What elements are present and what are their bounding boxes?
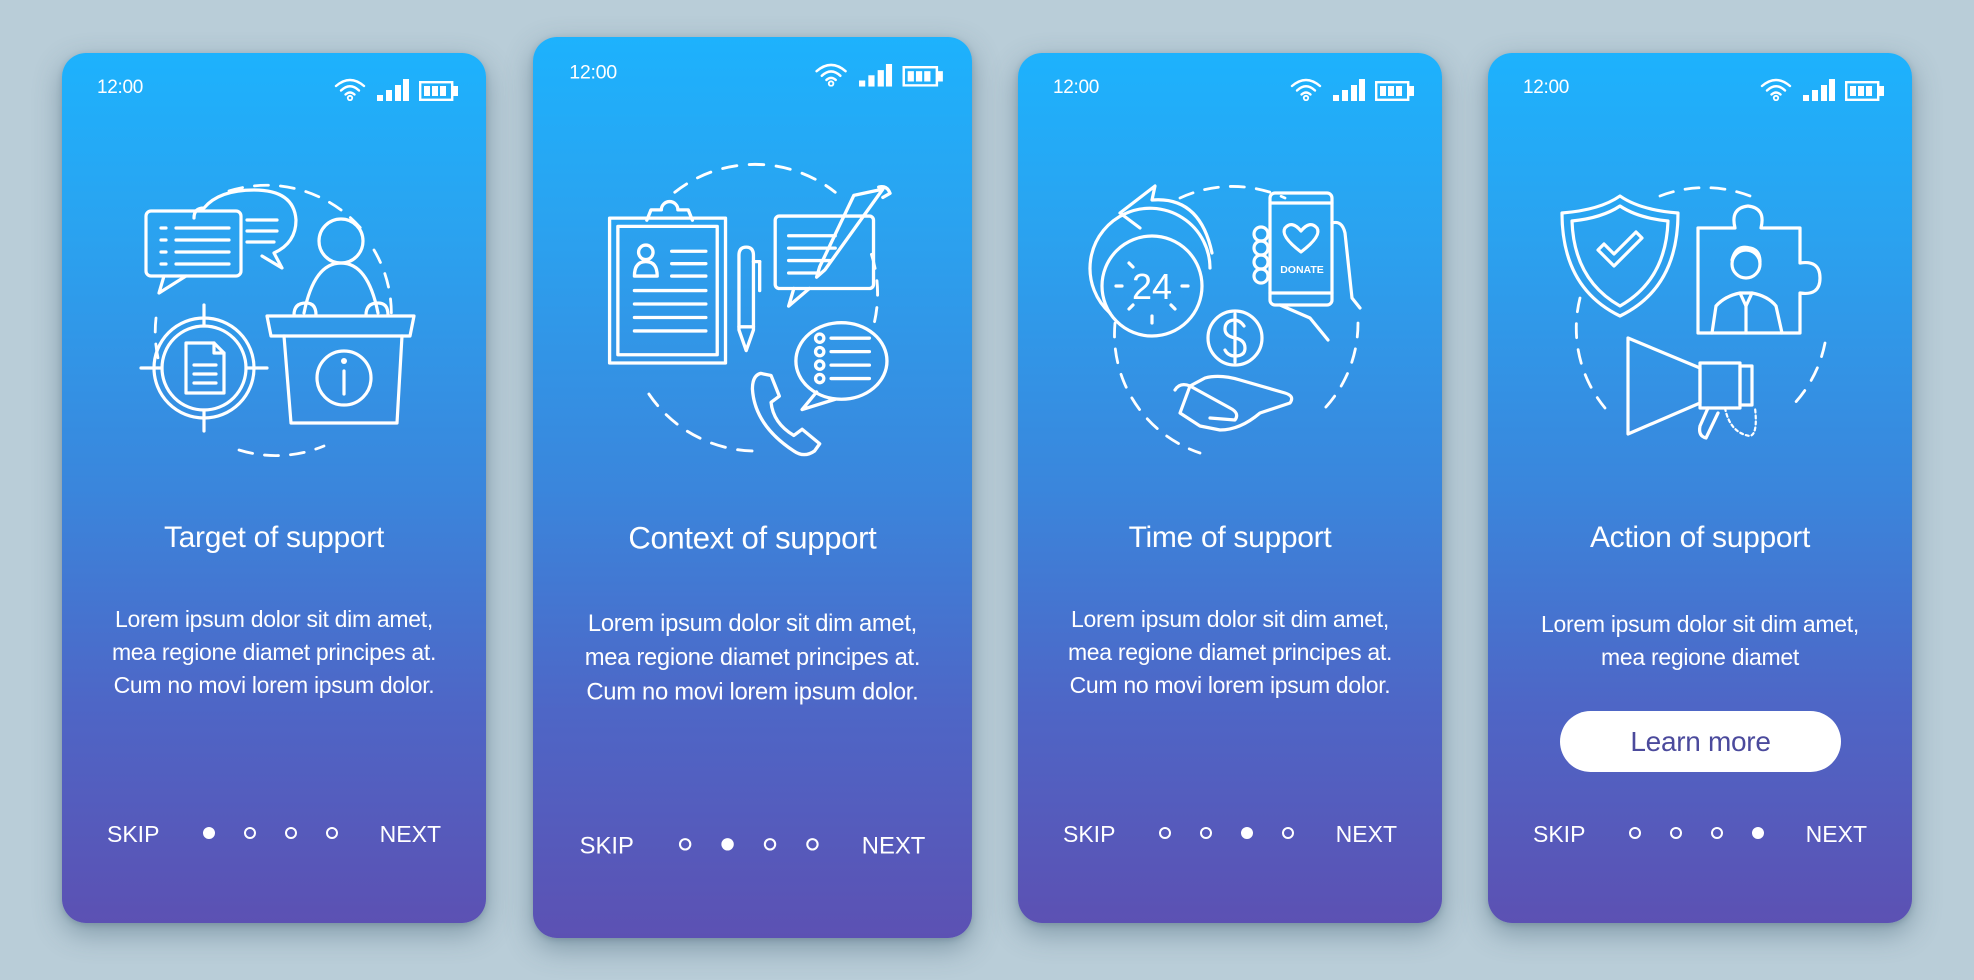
screen-title: Context of support: [628, 521, 877, 556]
skip-button[interactable]: SKIP: [107, 821, 159, 848]
page-dot-1[interactable]: [1629, 827, 1641, 839]
status-icons: [813, 62, 943, 92]
page-dot-2[interactable]: [721, 838, 734, 851]
screen-content: 12:00: [1488, 53, 1912, 923]
pen-icon: [737, 245, 762, 353]
screen-description: Lorem ipsum dolor sit dim amet, mea regi…: [1067, 606, 1393, 698]
battery-icon: [1845, 81, 1885, 106]
screen-description: Lorem ipsum dolor sit dim amet, mea regi…: [111, 606, 437, 698]
wifi-icon: [813, 62, 848, 92]
screen-description: Lorem ipsum dolor sit dim amet, mea regi…: [584, 609, 921, 705]
page-indicator: [1629, 827, 1764, 839]
page-dot-2[interactable]: [1200, 827, 1212, 839]
next-button[interactable]: NEXT: [1806, 821, 1867, 848]
page-dot-4[interactable]: [1282, 827, 1294, 839]
page-indicator: [678, 838, 819, 851]
puzzle-person-icon: [1696, 204, 1822, 335]
chat-bubble-icon: [794, 321, 889, 412]
onboarding-screen-target: 12:00 Target of support Lorem ipsum dolo…: [62, 53, 486, 923]
skip-button[interactable]: SKIP: [580, 832, 634, 860]
screen-content: 12:00: [1018, 53, 1442, 923]
page-dot-3[interactable]: [285, 827, 297, 839]
page-dot-1[interactable]: [678, 838, 692, 851]
clock-24-label: 24: [1132, 266, 1172, 307]
onboarding-nav: SKIP NEXT: [1018, 817, 1442, 851]
battery-icon: [1375, 81, 1415, 106]
battery-icon: [419, 81, 459, 106]
next-button[interactable]: NEXT: [1336, 821, 1397, 848]
wifi-icon: [1289, 77, 1323, 106]
screen-title: Action of support: [1589, 521, 1811, 554]
shield-puzzle-megaphone-illustration: [1550, 168, 1850, 468]
megaphone-icon: [1626, 336, 1757, 440]
page-indicator: [1159, 827, 1294, 839]
status-icons: [1759, 77, 1885, 106]
onboarding-nav: SKIP NEXT: [533, 828, 972, 863]
status-time: 12:00: [97, 77, 144, 98]
page-dot-3[interactable]: [1711, 827, 1723, 839]
24-hour-clock-icon: 24: [1088, 184, 1214, 338]
speaker-podium-target-illustration: [124, 168, 424, 468]
clipboard-icon: [607, 199, 728, 365]
signal-icon: [377, 79, 409, 106]
signal-icon: [859, 63, 893, 92]
screen-content: 12:00: [533, 37, 972, 937]
onboarding-nav: SKIP NEXT: [62, 817, 486, 851]
signal-icon: [1803, 79, 1835, 106]
screen-content: 12:00: [62, 53, 486, 923]
onboarding-screen-action: 12:00 Action of support Lorem ipsum dolo…: [1488, 53, 1912, 923]
status-time: 12:00: [569, 61, 617, 84]
onboarding-screen-time: 12:00 24 DONATE Time of support Lorem ip…: [1018, 53, 1442, 923]
screen-title: Time of support: [1128, 521, 1332, 554]
onboarding-screen-context: 12:00 Context of support Lorem ipsum dol…: [533, 37, 972, 938]
page-indicator: [203, 827, 338, 839]
next-button[interactable]: NEXT: [862, 832, 925, 860]
target-document-icon: [139, 303, 269, 433]
donate-label: DONATE: [1280, 264, 1324, 276]
battery-icon: [902, 65, 943, 92]
learn-more-button[interactable]: Learn more: [1560, 711, 1841, 772]
page-dot-3[interactable]: [763, 838, 777, 851]
status-icons: [1289, 77, 1415, 106]
status-icons: [333, 77, 459, 106]
status-time: 12:00: [1053, 77, 1100, 98]
page-dot-2[interactable]: [1670, 827, 1682, 839]
donate-phone-icon: DONATE: [1252, 191, 1362, 342]
screen-description: Lorem ipsum dolor sit dim amet, mea regi…: [1541, 611, 1859, 670]
wifi-icon: [333, 77, 367, 106]
page-dot-1[interactable]: [1159, 827, 1171, 839]
page-dot-1[interactable]: [203, 827, 215, 839]
message-edit-icon: [773, 185, 892, 308]
skip-button[interactable]: SKIP: [1063, 821, 1115, 848]
wifi-icon: [1759, 77, 1793, 106]
signal-icon: [1333, 79, 1365, 106]
24h-donate-illustration: 24 DONATE: [1080, 168, 1380, 468]
clipboard-chat-phone-illustration: [597, 156, 908, 467]
speaker-icon: [292, 217, 390, 317]
page-dot-4[interactable]: [1752, 827, 1764, 839]
page-dot-3[interactable]: [1241, 827, 1253, 839]
onboarding-nav: SKIP NEXT: [1488, 817, 1912, 851]
open-hand-icon: [1173, 374, 1294, 432]
podium-icon: [265, 314, 416, 425]
speech-bubbles-icon: [144, 188, 298, 295]
page-dot-4[interactable]: [806, 838, 819, 851]
next-button[interactable]: NEXT: [380, 821, 441, 848]
page-dot-4[interactable]: [326, 827, 338, 839]
screen-title: Target of support: [163, 521, 385, 554]
phone-handset-icon: [750, 371, 822, 457]
skip-button[interactable]: SKIP: [1533, 821, 1585, 848]
dollar-coin-icon: [1206, 309, 1264, 367]
page-dot-2[interactable]: [244, 827, 256, 839]
status-time: 12:00: [1523, 77, 1570, 98]
